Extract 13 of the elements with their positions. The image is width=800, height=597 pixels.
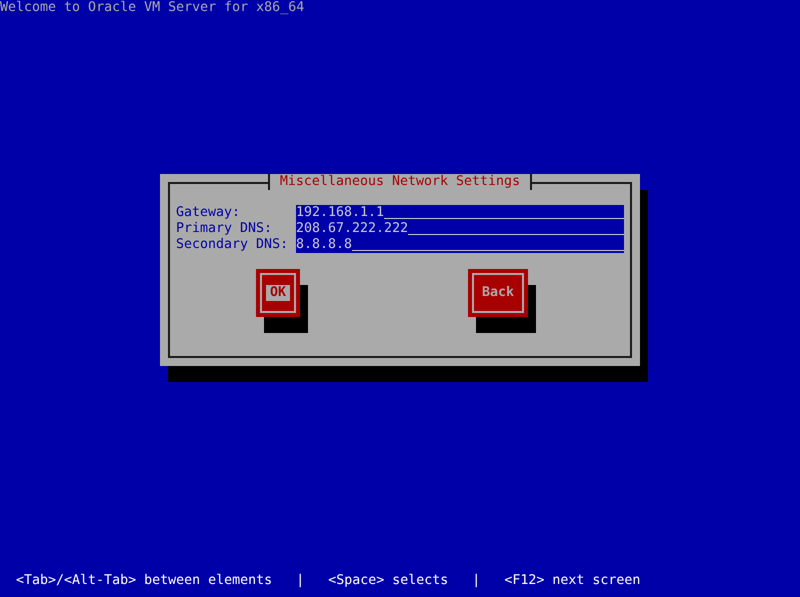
input-field[interactable]: 192.168.1.1 bbox=[296, 205, 624, 221]
status-hint: | bbox=[296, 573, 304, 589]
field-label: Primary DNS: bbox=[176, 221, 274, 237]
status-hint: <Space> selects bbox=[328, 573, 448, 589]
field-label: Secondary DNS: bbox=[176, 237, 290, 253]
status-hint: <Tab>/<Alt-Tab> between elements bbox=[16, 573, 272, 589]
status-hint: | bbox=[472, 573, 480, 589]
dialog-title: Miscellaneous Network Settings bbox=[268, 174, 532, 190]
input-field[interactable]: 208.67.222.222 bbox=[296, 221, 624, 237]
status-hint: <F12> next screen bbox=[504, 573, 640, 589]
field-label: Gateway: bbox=[176, 205, 242, 221]
screen-title: Welcome to Oracle VM Server for x86_64 bbox=[0, 0, 304, 15]
input-field[interactable]: 8.8.8.8 bbox=[296, 237, 624, 253]
